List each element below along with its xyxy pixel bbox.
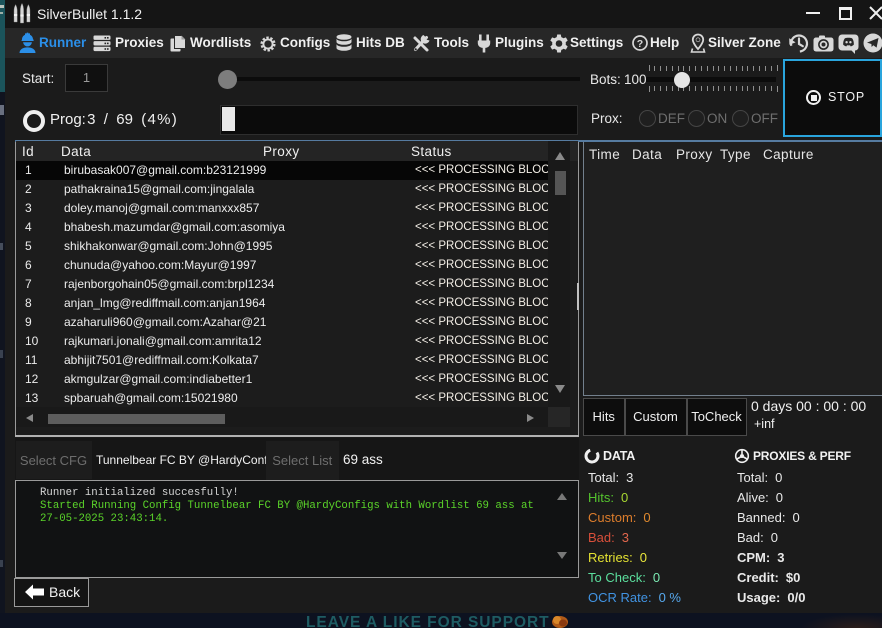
svg-text:?: ? <box>637 38 643 50</box>
